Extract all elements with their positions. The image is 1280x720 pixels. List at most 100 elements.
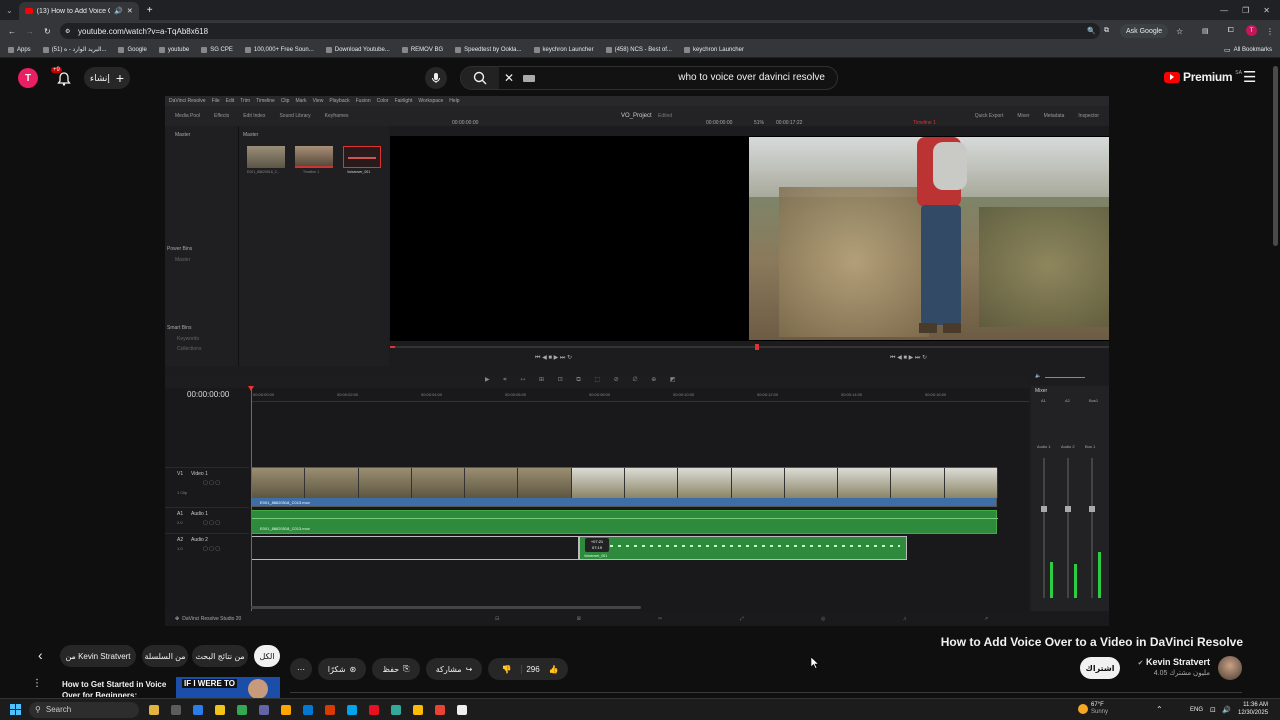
ask-google-button[interactable]: Ask Google xyxy=(1120,24,1169,38)
filter-chip[interactable]: الكل xyxy=(254,645,280,667)
clock[interactable]: 11:36 AM 12/30/2025 xyxy=(1238,701,1268,717)
hamburger-menu-icon[interactable]: ☰ xyxy=(1243,68,1256,86)
bookmark-item[interactable]: 100,000+ Free Soun... xyxy=(244,46,314,53)
site-info-icon[interactable]: ⚙ xyxy=(65,28,70,35)
mixer-fader[interactable] xyxy=(1043,458,1045,598)
chips-prev-icon[interactable]: ‹ xyxy=(38,647,43,663)
timeline-ruler[interactable]: 00:00:00:00 00:00:02:00 00:00:04:00 00:00:0… xyxy=(251,388,1029,402)
forward-icon[interactable]: → xyxy=(26,27,34,36)
taskbar-app-icon[interactable] xyxy=(149,704,159,715)
resolve-menu-item[interactable]: Help xyxy=(449,98,459,104)
like-button[interactable]: 👍 xyxy=(544,665,564,674)
smart-bins-collections[interactable]: Collections xyxy=(177,346,201,352)
weather-widget[interactable]: 67°F Sunny xyxy=(1078,702,1108,716)
clear-search-icon[interactable]: ✕ xyxy=(504,71,514,85)
taskbar-search[interactable]: ⚲ Search xyxy=(29,701,139,718)
bookmark-item[interactable]: (458) NCS - Best of... xyxy=(605,46,672,53)
next-video-thumbnail[interactable]: IF I WERE TO xyxy=(176,677,280,698)
page-tabs[interactable]: ⊟ ⊠ ✂ ⤢ ◎ ♫ ↗ xyxy=(495,616,1026,622)
page-scrollbar[interactable] xyxy=(1273,62,1278,698)
notifications-button[interactable]: +9 xyxy=(51,67,74,87)
timeline-panel[interactable]: ▶ ⌗ ⇿ ⊞ ⊡ ⧉ ⬚ ⊘ ∅ ⊕ ◩ 00:00:00:00 00:00:… xyxy=(165,376,1029,611)
zoom-icon[interactable]: 🔍 xyxy=(1087,27,1096,35)
browser-tab-active[interactable]: (13) How to Add Voice Ov… 🔊 ✕ xyxy=(18,2,139,20)
fader-knob[interactable] xyxy=(1041,506,1047,512)
bookmark-item[interactable]: keychron Launcher xyxy=(533,46,594,53)
bookmark-star-icon[interactable]: ☆ xyxy=(1176,27,1183,36)
bookmark-item[interactable]: SG CPE xyxy=(201,46,233,53)
smart-bins-keywords[interactable]: Keywords xyxy=(177,336,199,342)
master-volume-slider[interactable] xyxy=(1045,377,1085,378)
timeline-tools[interactable]: ▶ ⌗ ⇿ ⊞ ⊡ ⧉ ⬚ ⊘ ∅ ⊕ ◩ xyxy=(485,376,682,384)
network-icon[interactable]: ⊡ xyxy=(1210,706,1216,714)
close-window-icon[interactable]: ✕ xyxy=(1263,6,1270,15)
extensions-icon[interactable]: ⧠ xyxy=(1228,27,1234,35)
profile-avatar[interactable]: T xyxy=(1246,25,1257,36)
playhead[interactable] xyxy=(248,386,254,611)
resolve-menu-item[interactable]: Clip xyxy=(281,98,290,104)
resolve-menu-item[interactable]: View xyxy=(313,98,324,104)
resolve-menu-item[interactable]: DaVinci Resolve xyxy=(169,98,206,104)
restore-icon[interactable]: ❐ xyxy=(1242,6,1249,15)
next-video-menu-icon[interactable]: ⋮ xyxy=(32,678,42,689)
start-icon[interactable] xyxy=(10,704,21,715)
back-icon[interactable]: ← xyxy=(8,27,16,36)
track-lock-icon[interactable]: ▢ ▢ ▢ xyxy=(203,480,220,486)
bookmark-item[interactable]: keychron Launcher xyxy=(683,46,744,53)
track-header-v1[interactable]: V1 Video 1 1 Clip ▢ ▢ ▢ xyxy=(165,467,249,507)
timeline-scrollbar[interactable] xyxy=(251,606,641,609)
track-lock-icon[interactable]: ▢ ▢ ▢ xyxy=(203,520,220,526)
taskbar-app-icon[interactable] xyxy=(369,704,379,715)
taskbar-app-icon[interactable] xyxy=(215,704,225,715)
resolve-menu-item[interactable]: Playback xyxy=(329,98,349,104)
taskbar-app-icon[interactable] xyxy=(435,704,445,715)
track-lock-icon[interactable]: ▢ ▢ ▢ xyxy=(203,546,220,552)
dislike-button[interactable]: 👎 xyxy=(492,664,523,674)
resolve-toolbar-button[interactable]: Media Pool xyxy=(175,113,200,119)
bookmark-item[interactable]: youtube xyxy=(158,46,189,53)
all-bookmarks[interactable]: ▭ All Bookmarks xyxy=(1224,46,1272,54)
resolve-menu-item[interactable]: Timeline xyxy=(256,98,275,104)
taskbar-app-icon[interactable] xyxy=(347,704,357,715)
fader-knob[interactable] xyxy=(1089,506,1095,512)
install-icon[interactable]: ⧉ xyxy=(1104,27,1109,35)
thanks-button[interactable]: شكرًا ⊛ xyxy=(318,658,366,680)
voiceover-clip[interactable]: Voiceover_001 xyxy=(579,536,907,560)
source-transport[interactable]: ⏮ ◀ ■ ▶ ⏭ ↻ xyxy=(535,354,572,362)
bookmark-item[interactable]: (51) البريد الوارد - ه... xyxy=(42,46,106,53)
resolve-toolbar-button[interactable]: Sound Library xyxy=(279,113,310,119)
resolve-menu-item[interactable]: Color xyxy=(377,98,389,104)
tray-expand-icon[interactable]: ⌃ xyxy=(1156,705,1163,714)
tab-audio-icon[interactable]: 🔊 xyxy=(114,7,123,15)
account-avatar[interactable]: T xyxy=(18,68,38,88)
bookmark-item[interactable]: Apps xyxy=(8,46,31,53)
bookmark-item[interactable]: REMOV BG xyxy=(401,46,443,53)
bins-master[interactable]: Master xyxy=(175,132,190,138)
viewer-area[interactable] xyxy=(390,136,1109,341)
bookmark-item[interactable]: Download Youtube... xyxy=(325,46,390,53)
power-bins-master[interactable]: Master xyxy=(175,257,190,263)
resolve-toolbar-button[interactable]: Mixer xyxy=(1017,113,1029,119)
taskbar-app-icon[interactable] xyxy=(281,704,291,715)
pool-clip-1[interactable] xyxy=(247,146,285,168)
resolve-menu-item[interactable]: Edit xyxy=(226,98,235,104)
filter-chip[interactable]: من نتائج البحث xyxy=(192,645,248,667)
resolve-toolbar-button[interactable]: Inspector xyxy=(1078,113,1099,119)
url-field[interactable]: ⚙ youtube.com/watch?v=a-TqAb8x618 🔍 xyxy=(60,23,1100,39)
next-video-title[interactable]: How to Get Started in Voice Over for Beg… xyxy=(62,679,172,697)
speaker-icon[interactable]: 🔈 xyxy=(1035,373,1041,379)
viewer-scrub-bar[interactable] xyxy=(390,344,1109,350)
resolve-menu-item[interactable]: Trim xyxy=(240,98,250,104)
reading-list-icon[interactable]: ▤ xyxy=(1202,27,1209,35)
resolve-menu-item[interactable]: Workspace xyxy=(418,98,443,104)
filter-chip[interactable]: من Kevin Stratvert xyxy=(60,645,136,667)
taskbar-app-icon[interactable] xyxy=(457,704,467,715)
browser-menu-icon[interactable]: ⋮ xyxy=(1266,27,1274,36)
taskbar-app-icon[interactable] xyxy=(391,704,401,715)
bookmark-item[interactable]: Google xyxy=(118,46,147,53)
resolve-menu-item[interactable]: Fairlight xyxy=(395,98,413,104)
bookmark-item[interactable]: Speedtest by Ookla... xyxy=(455,46,522,53)
language-indicator[interactable]: ENG xyxy=(1190,707,1203,713)
volume-icon[interactable]: 🔊 xyxy=(1222,706,1231,714)
taskbar-app-icon[interactable] xyxy=(325,704,335,715)
